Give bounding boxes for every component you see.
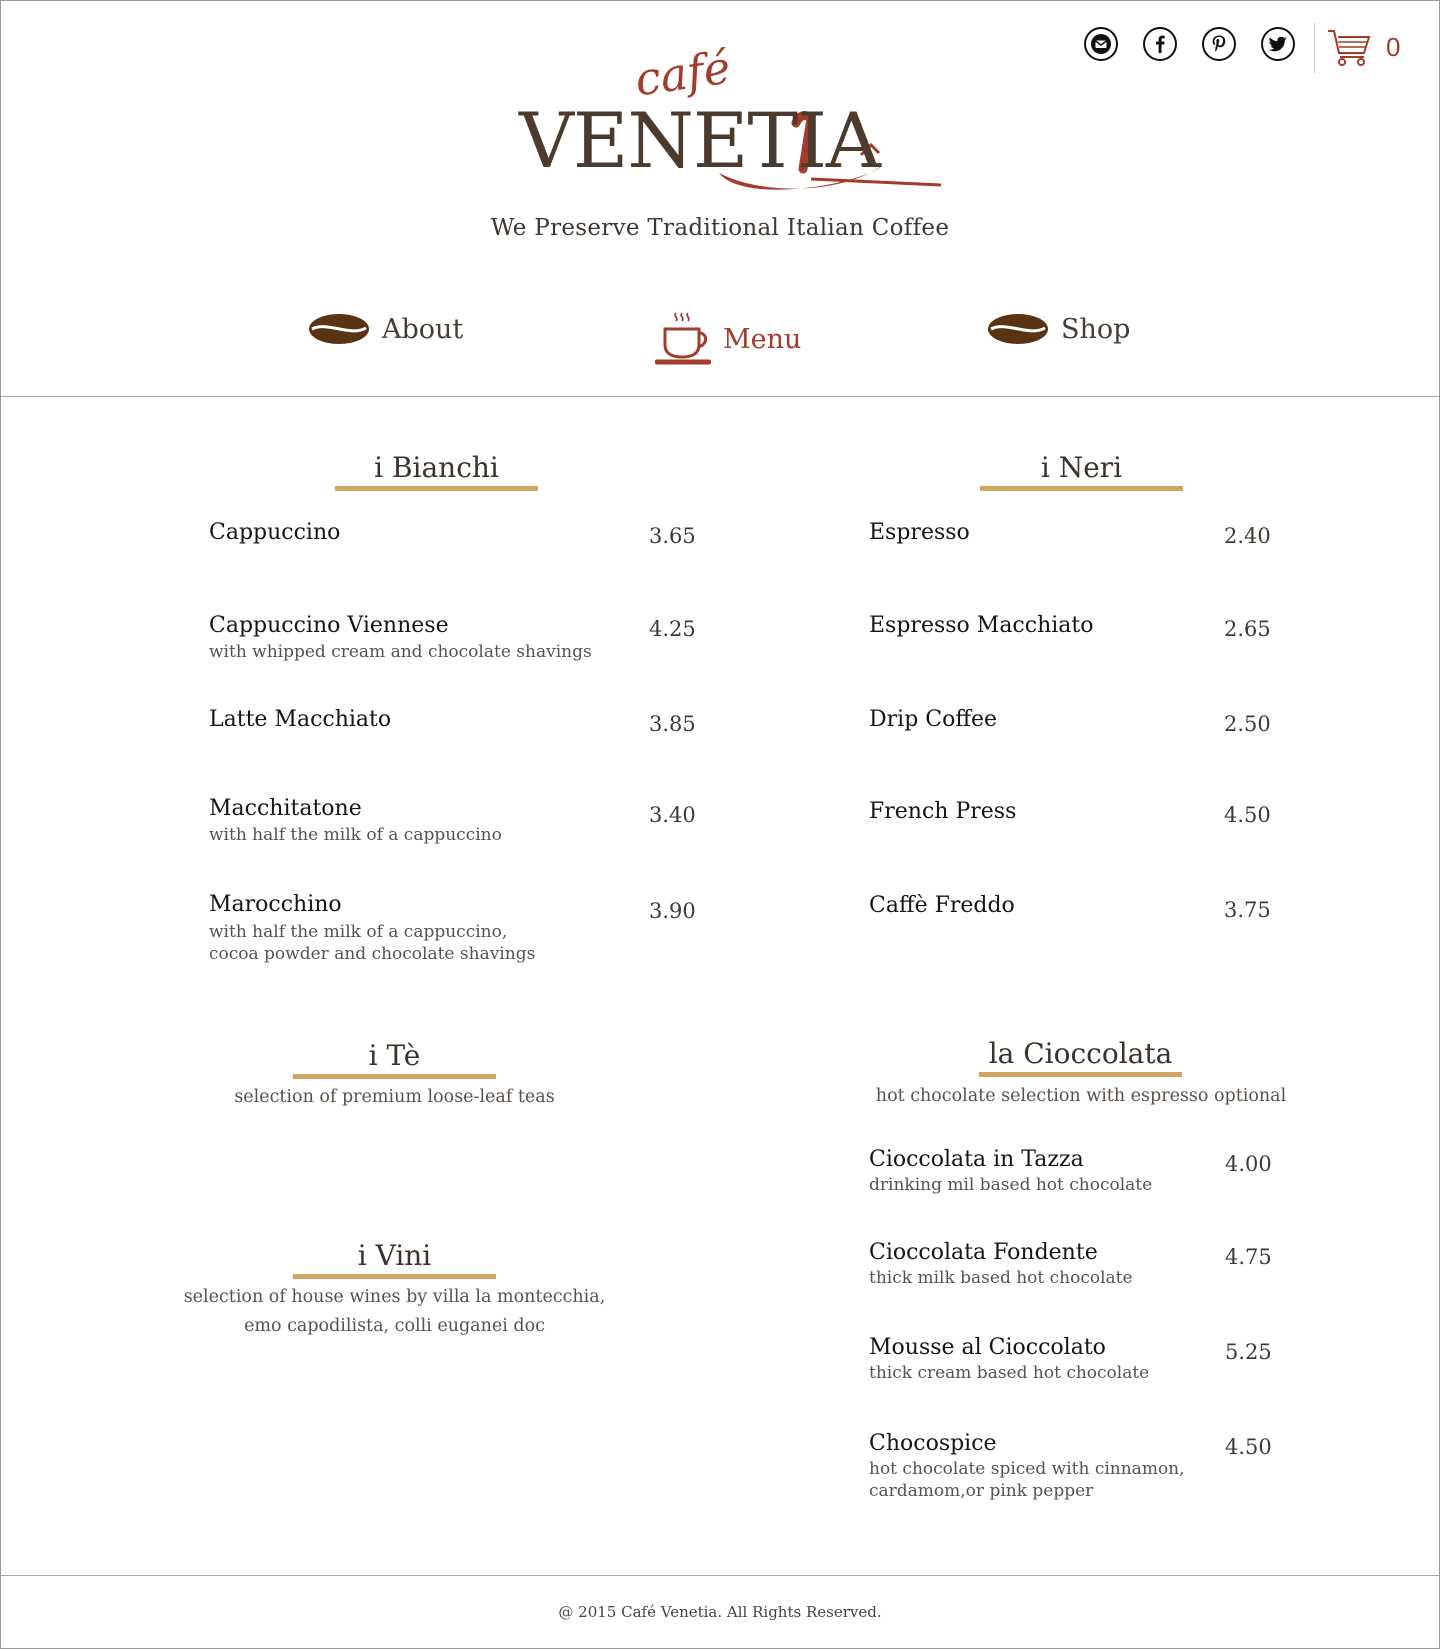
menu-item-name: Caffè Freddo: [869, 893, 1015, 918]
footer-divider: [1, 1575, 1439, 1576]
section-note-vini: selection of house wines by villa la mon…: [183, 1287, 606, 1307]
menu-item-price: 2.40: [1224, 524, 1271, 548]
email-icon[interactable]: [1084, 27, 1118, 61]
menu-item-name: Marocchino: [209, 892, 342, 917]
nav-shop-label: Shop: [1061, 313, 1131, 345]
tagline: We Preserve Traditional Italian Coffee: [490, 215, 950, 241]
cart-divider: [1314, 23, 1315, 73]
menu-item-name: Chocospice: [869, 1431, 997, 1456]
menu-item-desc: cocoa powder and chocolate shavings: [209, 944, 536, 964]
menu-item-price: 3.85: [649, 712, 696, 736]
menu-item-price: 2.50: [1224, 712, 1271, 736]
coffee-bean-icon: [309, 314, 369, 344]
nav-about-label: About: [382, 313, 464, 345]
menu-item-desc: hot chocolate spiced with cinnamon,: [869, 1459, 1185, 1479]
section-title-te: i Tè: [293, 1039, 496, 1079]
menu-item-desc: thick milk based hot chocolate: [869, 1268, 1133, 1288]
social-links: [1084, 27, 1295, 61]
menu-item-desc: with whipped cream and chocolate shaving…: [209, 642, 592, 662]
section-title-bianchi: i Bianchi: [335, 451, 538, 491]
pinterest-icon[interactable]: [1202, 27, 1236, 61]
menu-item-desc: cardamom,or pink pepper: [869, 1481, 1094, 1501]
menu-item-name: Drip Coffee: [869, 707, 998, 732]
menu-item-price: 4.25: [649, 617, 696, 641]
coffee-cup-icon: [655, 312, 711, 365]
menu-item-name: Cappuccino Viennese: [209, 613, 449, 638]
section-title-cioccolata: la Cioccolata: [979, 1037, 1182, 1077]
menu-item-price: 3.65: [649, 524, 696, 548]
twitter-icon[interactable]: [1261, 27, 1295, 61]
menu-item-price: 4.50: [1224, 803, 1271, 827]
cart-count: 0: [1386, 31, 1401, 62]
section-title-vini: i Vini: [293, 1239, 496, 1279]
menu-item-price: 5.25: [1225, 1340, 1272, 1364]
cafe-venetia-logo[interactable]: café VENETIA: [511, 41, 941, 205]
menu-item-name: Cioccolata in Tazza: [869, 1147, 1084, 1172]
footer-copyright: @ 2015 Café Venetia. All Rights Reserved…: [558, 1603, 882, 1621]
facebook-glyph: [1156, 35, 1165, 53]
site-header: 0 café VENETIA We Preserve Traditional I…: [1, 1, 1439, 397]
nav-shop[interactable]: Shop: [987, 312, 1130, 346]
facebook-icon[interactable]: [1143, 27, 1177, 61]
menu-item-desc: with half the milk of a cappuccino,: [209, 922, 508, 942]
menu-item-desc: with half the milk of a cappuccino: [209, 825, 502, 845]
logo-venetia-text: VENETIA: [519, 103, 881, 179]
nav-about[interactable]: About: [308, 312, 463, 346]
menu-item-price: 3.90: [649, 899, 696, 923]
cart-button[interactable]: 0: [1326, 27, 1400, 67]
nav-menu-label: Menu: [723, 323, 802, 355]
menu-item-price: 4.50: [1225, 1435, 1272, 1459]
menu-item-name: Espresso Macchiato: [869, 613, 1094, 638]
twitter-glyph: [1268, 36, 1287, 52]
menu-item-name: Espresso: [869, 520, 970, 545]
nav-menu[interactable]: Menu: [655, 309, 801, 369]
email-glyph: [1091, 34, 1111, 54]
menu-item-desc: drinking mil based hot chocolate: [869, 1175, 1153, 1195]
cart-icon: [1328, 30, 1371, 66]
section-note-cioccolata: hot chocolate selection with espresso op…: [875, 1086, 1287, 1106]
menu-item-name: Cappuccino: [209, 520, 341, 545]
menu-item-price: 2.65: [1224, 617, 1271, 641]
pinterest-glyph: [1212, 35, 1226, 52]
section-note-vini: emo capodilista, colli euganei doc: [244, 1316, 545, 1336]
menu-item-price: 4.75: [1225, 1245, 1272, 1269]
section-title-neri: i Neri: [980, 451, 1183, 491]
menu-item-name: Macchitatone: [209, 796, 362, 821]
menu-item-desc: thick cream based hot chocolate: [869, 1363, 1150, 1383]
menu-item-name: French Press: [869, 799, 1017, 824]
menu-item-name: Latte Macchiato: [209, 707, 392, 732]
section-note-te: selection of premium loose-leaf teas: [234, 1087, 555, 1107]
menu-item-price: 3.40: [649, 803, 696, 827]
menu-item-price: 3.75: [1224, 898, 1271, 922]
menu-item-name: Mousse al Cioccolato: [869, 1335, 1106, 1360]
menu-item-price: 4.00: [1225, 1152, 1272, 1176]
logo-venetia-word: VENETIA: [519, 96, 881, 185]
menu-item-name: Cioccolata Fondente: [869, 1240, 1098, 1265]
coffee-bean-icon: [988, 314, 1048, 344]
